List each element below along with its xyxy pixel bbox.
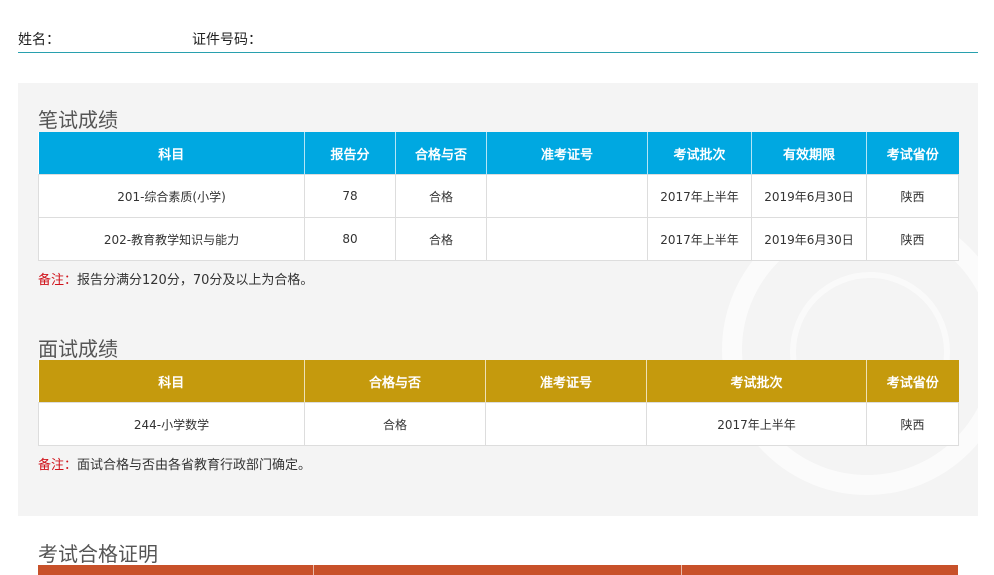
- cell-ticket: [486, 174, 648, 218]
- col-pass: 合格与否: [304, 360, 486, 403]
- cell-valid: 2019年6月30日: [751, 217, 867, 261]
- col-batch: 考试批次: [647, 132, 752, 175]
- cell-ticket: [485, 402, 647, 446]
- note-text: 面试合格与否由各省教育行政部门确定。: [77, 458, 312, 473]
- col-subject: 科目: [38, 132, 305, 175]
- cell-province: 陕西: [866, 217, 959, 261]
- cell-valid: 2019年6月30日: [751, 174, 867, 218]
- col-ticket: 准考证号: [486, 132, 648, 175]
- note-label: 备注：: [38, 458, 78, 473]
- col-score: 报告分: [304, 132, 396, 175]
- table-row: 202-教育教学知识与能力 80 合格 2017年上半年 2019年6月30日 …: [38, 217, 959, 261]
- cert-header-cell: [38, 565, 314, 575]
- col-subject: 科目: [38, 360, 305, 403]
- table-row: 201-综合素质(小学) 78 合格 2017年上半年 2019年6月30日 陕…: [38, 174, 959, 218]
- certificate-title: 考试合格证明: [38, 542, 158, 566]
- written-header-row: 科目 报告分 合格与否 准考证号 考试批次 有效期限 考试省份: [38, 132, 959, 175]
- cell-batch: 2017年上半年: [647, 217, 752, 261]
- interview-header-row: 科目 合格与否 准考证号 考试批次 考试省份: [38, 360, 959, 403]
- cell-pass: 合格: [395, 217, 487, 261]
- cell-province: 陕西: [866, 174, 959, 218]
- interview-title: 面试成绩: [38, 337, 118, 361]
- written-title: 笔试成绩: [38, 108, 118, 132]
- cell-batch: 2017年上半年: [647, 174, 752, 218]
- col-province: 考试省份: [866, 360, 959, 403]
- redacted-ticket: [506, 410, 626, 438]
- note-text: 报告分满分120分，70分及以上为合格。: [77, 273, 314, 288]
- certificate-table-header: [38, 565, 958, 575]
- cell-batch: 2017年上半年: [646, 402, 867, 446]
- interview-results-table: 科目 合格与否 准考证号 考试批次 考试省份 244-小学数学 合格 2017年…: [38, 360, 959, 446]
- candidate-header: 姓名： 证件号码：: [18, 0, 978, 53]
- cell-score: 78: [304, 174, 396, 218]
- note-label: 备注：: [38, 273, 78, 288]
- cell-subject: 244-小学数学: [38, 402, 305, 446]
- cert-header-cell: [682, 565, 958, 575]
- cell-subject: 202-教育教学知识与能力: [38, 217, 305, 261]
- written-results-table: 科目 报告分 合格与否 准考证号 考试批次 有效期限 考试省份 201-综合素质…: [38, 132, 959, 261]
- name-label: 姓名：: [18, 32, 60, 48]
- cell-pass: 合格: [395, 174, 487, 218]
- col-pass: 合格与否: [395, 132, 487, 175]
- col-ticket: 准考证号: [485, 360, 647, 403]
- redacted-ticket: [507, 182, 627, 210]
- cell-pass: 合格: [304, 402, 486, 446]
- col-valid: 有效期限: [751, 132, 867, 175]
- table-row: 244-小学数学 合格 2017年上半年 陕西: [38, 402, 959, 446]
- cell-ticket: [486, 217, 648, 261]
- id-number-label: 证件号码：: [192, 32, 262, 48]
- cert-header-cell: [314, 565, 682, 575]
- cell-subject: 201-综合素质(小学): [38, 174, 305, 218]
- cell-province: 陕西: [866, 402, 959, 446]
- cell-score: 80: [304, 217, 396, 261]
- col-province: 考试省份: [866, 132, 959, 175]
- col-batch: 考试批次: [646, 360, 867, 403]
- redacted-ticket: [507, 225, 627, 253]
- interview-note: 备注：面试合格与否由各省教育行政部门确定。: [38, 454, 311, 473]
- written-note: 备注：报告分满分120分，70分及以上为合格。: [38, 269, 313, 288]
